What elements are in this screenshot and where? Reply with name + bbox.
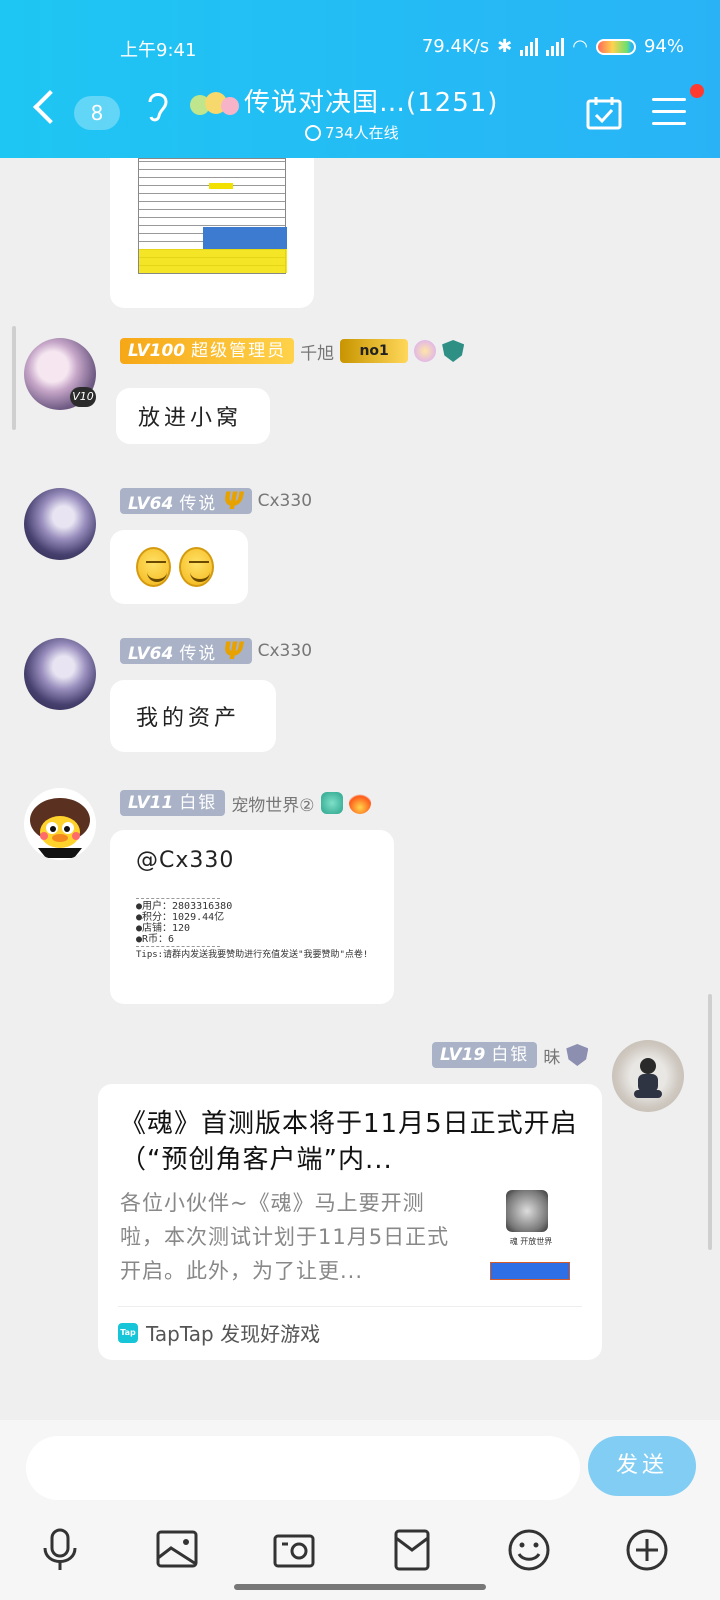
- avatar-self[interactable]: [612, 1040, 684, 1112]
- avatar[interactable]: [24, 638, 96, 710]
- chevron-down-icon: [305, 124, 321, 141]
- divider: [118, 1306, 582, 1307]
- message-bubble[interactable]: 放进小窝: [116, 388, 270, 444]
- battery-icon: [595, 38, 636, 55]
- scrollbar-right[interactable]: [708, 994, 712, 1250]
- sender-info-self[interactable]: LV19 白银 昧: [432, 1042, 589, 1068]
- sender-info[interactable]: LV100 超级管理员 千旭 no1: [120, 338, 465, 364]
- sender-name: Cx330: [257, 641, 313, 661]
- thumb-caption: 魂 开放世界: [509, 1237, 553, 1246]
- duck-avatar-icon: [30, 798, 90, 858]
- card-description: 各位小伙伴~《魂》马上要开测啦，本次测试计划于11月5日正式开启。此外，为了让更…: [120, 1191, 450, 1283]
- trident-icon: Ψ: [223, 637, 244, 665]
- fire-icon: [348, 792, 371, 814]
- scrollbar[interactable]: [12, 326, 16, 430]
- share-card[interactable]: 《魂》首测版本将于11月5日正式开启（“预创角客户端”内... 各位小伙伴~《魂…: [98, 1084, 602, 1360]
- game-logo-icon: [506, 1190, 548, 1232]
- card-source-text: TapTap 发现好游戏: [146, 1322, 321, 1346]
- asset-line: ●用户：2803316380: [136, 901, 233, 912]
- sender-name: 千旭: [300, 343, 335, 364]
- net-speed: 79.4K/s: [421, 36, 490, 57]
- signal-icon-2: [546, 37, 565, 56]
- group-emoji-icon: [190, 91, 239, 115]
- level-badge: LV19 白银: [432, 1042, 538, 1068]
- asset-line: ●店铺：120: [136, 923, 191, 934]
- spreadsheet-image: [138, 158, 287, 274]
- group-title-text: 传说对决国…(1251): [244, 88, 499, 118]
- status-time: 上午9:41: [120, 40, 197, 61]
- camera-icon[interactable]: [272, 1528, 316, 1572]
- asset-image[interactable]: ●用户：2803316380 ●积分：1029.44亿 ●店铺：120 ●R币：…: [136, 898, 372, 968]
- dragon-icon: [320, 792, 343, 814]
- shield-icon: [442, 340, 465, 362]
- asset-line: ●R币：6: [136, 934, 175, 945]
- card-title: 《魂》首测版本将于11月5日正式开启（“预创角客户端”内...: [120, 1109, 578, 1175]
- lotus-icon: [414, 340, 437, 362]
- signal-icon: [520, 37, 539, 56]
- input-toolbar: [0, 1528, 720, 1578]
- image-icon[interactable]: [155, 1528, 199, 1572]
- no1-badge: no1: [340, 339, 409, 363]
- smile-emoji-icon: [136, 547, 171, 587]
- message-list[interactable]: V10 LV100 超级管理员 千旭 no1 放进小窝 LV64 传说 Ψ Cx33…: [0, 158, 720, 1420]
- level-badge: LV11 白银: [120, 790, 226, 816]
- notification-dot: [690, 84, 704, 98]
- sender-name: Cx330: [257, 491, 313, 511]
- online-count-text: 734人在线: [325, 124, 399, 142]
- group-title[interactable]: 传说对决国…(1251): [186, 82, 526, 119]
- sender-name: 宠物世界②: [231, 795, 315, 816]
- taptap-logo-icon: Tap: [118, 1322, 138, 1343]
- input-bar: 发送: [0, 1420, 720, 1600]
- sender-info[interactable]: LV64 传说 Ψ Cx330: [120, 638, 312, 664]
- online-count[interactable]: 734人在线: [305, 122, 399, 143]
- avatar[interactable]: [24, 788, 96, 860]
- message-bubble[interactable]: 我的资产: [110, 680, 276, 752]
- send-button[interactable]: 发送: [588, 1436, 696, 1496]
- asset-line: ●积分：1029.44亿: [136, 912, 225, 923]
- home-indicator[interactable]: [234, 1584, 486, 1590]
- bluetooth-icon: ✱: [497, 36, 513, 57]
- mention-text[interactable]: @Cx330: [136, 848, 234, 873]
- level-badge: LV64 传说 Ψ: [120, 488, 252, 514]
- thumb-button: [490, 1262, 570, 1280]
- level-badge: LV100 超级管理员: [120, 338, 295, 364]
- menu-icon[interactable]: [652, 98, 686, 128]
- unread-count-badge[interactable]: 8: [74, 96, 120, 130]
- red-packet-icon[interactable]: [390, 1528, 434, 1572]
- message-bubble-emoji[interactable]: [110, 530, 248, 604]
- microphone-icon[interactable]: [38, 1528, 82, 1572]
- shield-icon: [566, 1044, 589, 1066]
- sender-info[interactable]: LV11 白银 宠物世界②: [120, 790, 371, 816]
- asset-tips: Tips:请群内发送我要赞助进行充值发送"我要赞助"点卷!: [136, 950, 369, 960]
- wifi-icon: ◠: [572, 36, 588, 57]
- vip-badge: V10: [70, 387, 96, 407]
- card-thumbnail: 魂 开放世界: [486, 1190, 576, 1280]
- sender-info[interactable]: LV64 传说 Ψ Cx330: [120, 488, 312, 514]
- emoji-icon[interactable]: [507, 1528, 551, 1572]
- back-icon[interactable]: [33, 90, 67, 124]
- image-message-spreadsheet[interactable]: [110, 158, 314, 308]
- message-bubble-mention[interactable]: @Cx330 ●用户：2803316380 ●积分：1029.44亿 ●店铺：1…: [110, 830, 394, 1004]
- level-badge: LV64 传说 Ψ: [120, 638, 252, 664]
- ear-icon[interactable]: [144, 88, 170, 124]
- status-right: 79.4K/s ✱ ◠ 94%: [422, 36, 684, 57]
- grin-emoji-icon: [179, 547, 214, 587]
- chat-header: 上午9:41 79.4K/s ✱ ◠ 94% 8 传说对决国…(1251) 73…: [0, 0, 720, 158]
- card-source[interactable]: Tap TapTap 发现好游戏: [118, 1318, 320, 1347]
- battery-level: 94%: [643, 36, 684, 57]
- plus-icon[interactable]: [625, 1528, 669, 1572]
- avatar[interactable]: [24, 488, 96, 560]
- sender-name: 昧: [543, 1047, 561, 1068]
- message-input[interactable]: [26, 1436, 580, 1500]
- status-bar: 上午9:41 79.4K/s ✱ ◠ 94%: [0, 36, 720, 66]
- calendar-check-icon[interactable]: [586, 96, 622, 130]
- person-avatar-icon: [634, 1058, 662, 1098]
- trident-icon: Ψ: [223, 487, 244, 515]
